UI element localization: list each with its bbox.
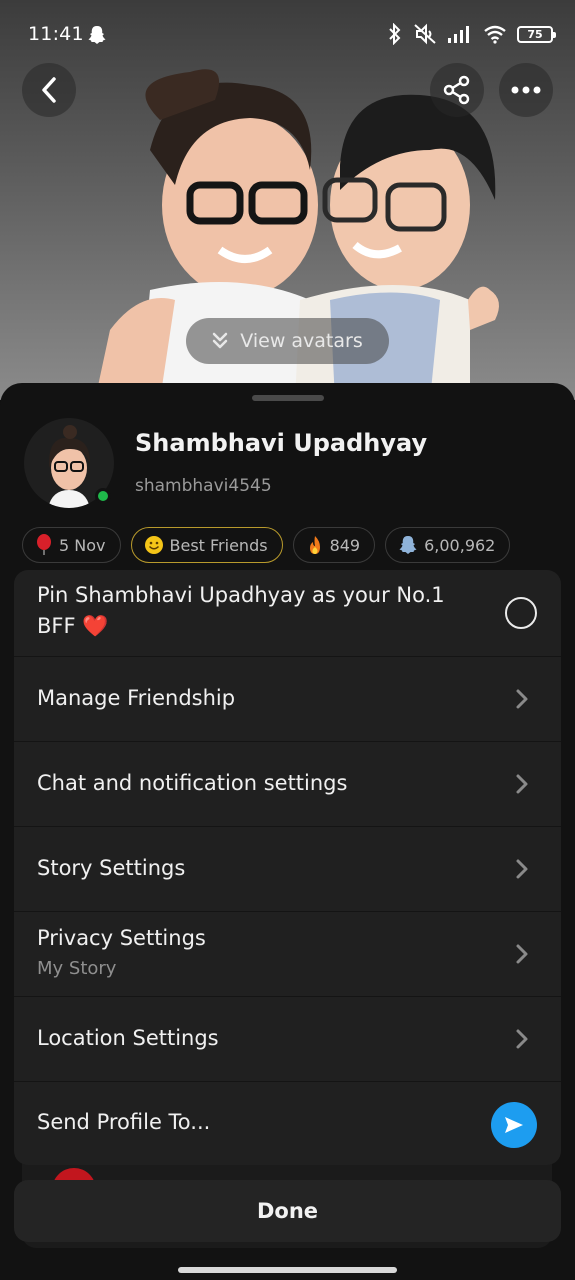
view-avatars-label: View avatars	[240, 330, 363, 352]
best-friends-chip-label: Best Friends	[169, 535, 268, 555]
back-icon	[42, 77, 56, 103]
share-button[interactable]	[430, 63, 484, 117]
battery-level: 75	[527, 27, 543, 41]
more-options-button[interactable]	[499, 63, 553, 117]
wifi-icon	[484, 25, 506, 44]
profile-username: shambhavi4545	[135, 476, 272, 496]
streak-chip[interactable]: 849	[292, 527, 376, 563]
online-status-indicator	[95, 488, 111, 504]
balloon-icon	[37, 534, 51, 555]
profile-name: Shambhavi Upadhyay	[135, 429, 428, 457]
location-settings-label: Location Settings	[37, 1026, 219, 1050]
share-icon	[443, 75, 470, 105]
send-profile-button[interactable]	[491, 1102, 537, 1148]
chevron-right-icon	[516, 689, 528, 709]
menu-item-manage-friendship[interactable]: Manage Friendship	[14, 657, 561, 742]
friend-actions-menu: Pin Shambhavi Upadhyay as your No.1 BFF …	[14, 570, 561, 1165]
chevron-right-icon	[516, 944, 528, 964]
snap-score-chip[interactable]: 6,00,962	[385, 527, 511, 563]
back-button[interactable]	[22, 63, 76, 117]
menu-item-chat-notification-settings[interactable]: Chat and notification settings	[14, 742, 561, 827]
profile-bottom-sheet: Shambhavi Upadhyay shambhavi4545 5 Nov B…	[0, 383, 575, 1280]
menu-item-location-settings[interactable]: Location Settings	[14, 997, 561, 1082]
signal-icon	[448, 26, 469, 43]
menu-item-pin-bff[interactable]: Pin Shambhavi Upadhyay as your No.1 BFF …	[14, 570, 561, 657]
battery-icon: 75	[517, 25, 556, 43]
manage-friendship-label: Manage Friendship	[37, 686, 236, 710]
menu-item-story-settings[interactable]: Story Settings	[14, 827, 561, 912]
fire-emoji-icon	[309, 536, 320, 554]
status-bar: 11:41 75	[0, 0, 575, 70]
privacy-settings-label: Privacy Settings	[37, 926, 206, 950]
menu-item-send-profile[interactable]: Send Profile To...	[14, 1082, 561, 1165]
sheet-grabber[interactable]	[252, 395, 324, 401]
double-chevron-down-icon	[213, 332, 228, 349]
bluetooth-icon	[389, 23, 401, 45]
smile-emoji-icon	[144, 536, 163, 554]
pin-bff-label-line2: BFF ❤️	[37, 614, 109, 638]
birthday-chip-label: 5 Nov	[59, 535, 106, 555]
birthday-chip[interactable]: 5 Nov	[22, 527, 121, 563]
chevron-right-icon	[516, 859, 528, 879]
chevron-right-icon	[516, 1029, 528, 1049]
story-settings-label: Story Settings	[37, 856, 186, 880]
done-button-label: Done	[256, 1199, 319, 1223]
menu-item-privacy-settings[interactable]: Privacy Settings My Story	[14, 912, 561, 997]
snap-score-chip-label: 6,00,962	[424, 535, 496, 555]
more-icon	[511, 86, 541, 94]
ghost-score-icon	[399, 536, 417, 554]
best-friends-chip[interactable]: Best Friends	[130, 527, 283, 563]
privacy-settings-sublabel: My Story	[37, 958, 117, 979]
chat-notification-label: Chat and notification settings	[37, 771, 348, 795]
status-time: 11:41	[28, 23, 84, 45]
avatar-hero: 11:41 75 View avatars	[0, 0, 575, 400]
send-profile-label: Send Profile To...	[37, 1110, 211, 1134]
status-icons: 75	[387, 22, 556, 46]
pin-bff-label-line1: Pin Shambhavi Upadhyay as your No.1	[37, 583, 445, 607]
pin-bff-radio[interactable]	[505, 597, 537, 629]
streak-chip-label: 849	[329, 535, 361, 555]
home-indicator[interactable]	[178, 1267, 397, 1273]
friendship-chips: 5 Nov Best Friends 849 6,00,962	[22, 527, 511, 563]
done-button[interactable]: Done	[14, 1180, 561, 1242]
view-avatars-button[interactable]: View avatars	[186, 318, 389, 364]
snapchat-ghost-icon	[88, 26, 106, 44]
chevron-right-icon	[516, 774, 528, 794]
send-arrow-icon	[505, 1117, 523, 1133]
mute-icon	[414, 23, 436, 45]
